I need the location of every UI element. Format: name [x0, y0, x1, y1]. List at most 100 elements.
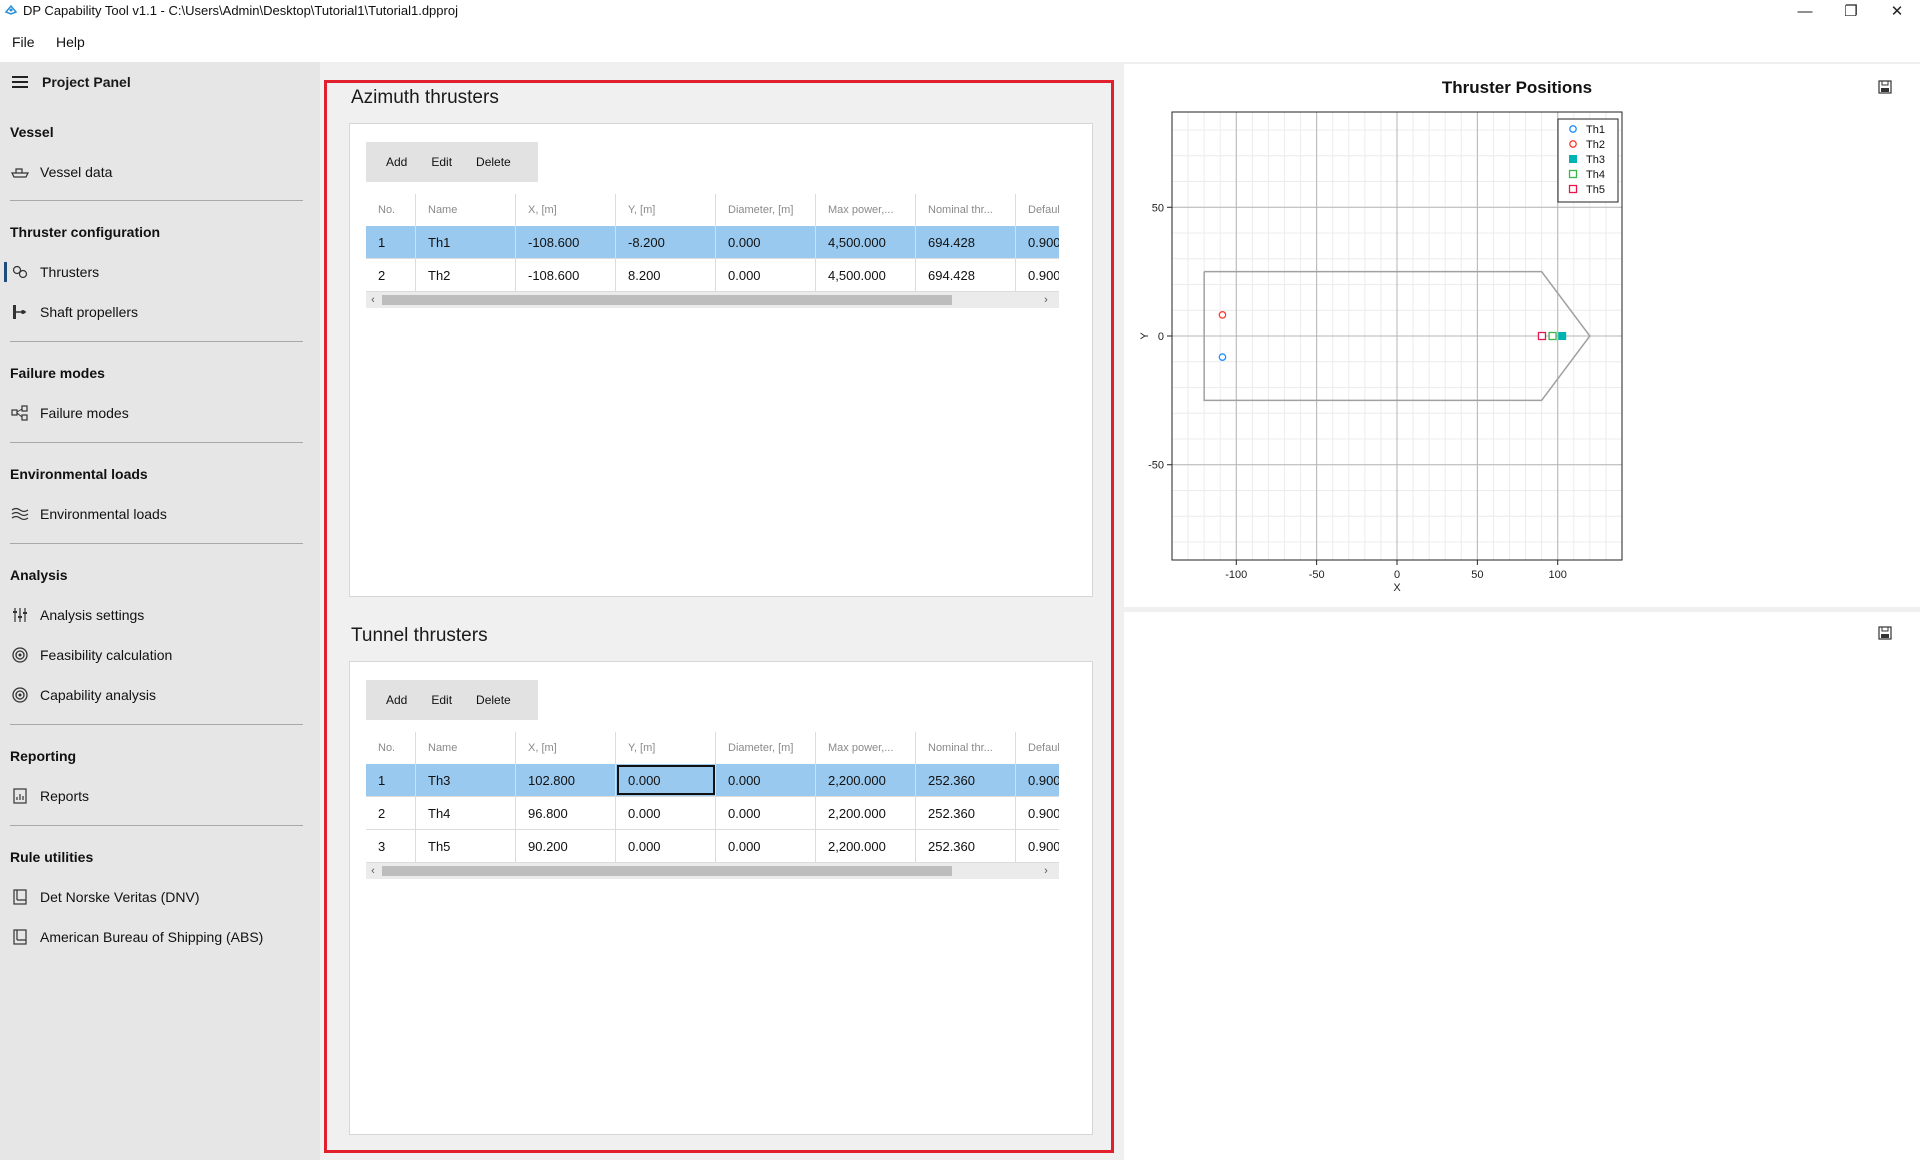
table-cell[interactable]: 3	[366, 830, 416, 862]
scroll-left-icon[interactable]: ‹	[366, 863, 380, 879]
table-cell[interactable]: -108.600	[516, 226, 616, 258]
table-row[interactable]: 2 Th4 96.800 0.000 0.000 2,200.000 252.360 0.90…	[366, 797, 1059, 830]
table-cell[interactable]: 694.428	[916, 259, 1016, 291]
menu-file[interactable]: File	[12, 34, 35, 50]
table-cell[interactable]: 8.200	[616, 259, 716, 291]
sidebar-item-vessel-data[interactable]: Vessel data	[10, 158, 306, 186]
table-cell[interactable]: 252.360	[916, 797, 1016, 829]
project-panel-toggle[interactable]: Project Panel	[12, 74, 131, 90]
sidebar-item-analysis-settings[interactable]: Analysis settings	[10, 601, 306, 629]
table-row[interactable]: 3 Th5 90.200 0.000 0.000 2,200.000 252.360 0.90…	[366, 830, 1059, 863]
table-cell[interactable]: -108.600	[516, 259, 616, 291]
table-cell[interactable]: 2	[366, 259, 416, 291]
table-cell[interactable]: Th2	[416, 259, 516, 291]
close-button[interactable]: ✕	[1874, 0, 1920, 22]
table-cell[interactable]: Th1	[416, 226, 516, 258]
thruster-positions-chart[interactable]: -100 -50 0 50 100 -50 0 50 X Y Th1 Th2 Th3 Th4 Th5	[1124, 64, 1920, 607]
table-cell[interactable]: 0.000	[616, 830, 716, 862]
save-icon[interactable]	[1878, 626, 1892, 640]
table-cell[interactable]: 2,200.000	[816, 797, 916, 829]
sidebar-item-shaft-propellers[interactable]: Shaft propellers	[10, 298, 306, 326]
column-header[interactable]: X, [m]	[516, 194, 616, 226]
azimuth-section-title: Azimuth thrusters	[351, 87, 499, 108]
azimuth-table[interactable]: No. Name X, [m] Y, [m] Diameter, [m] Max powe…	[366, 194, 1059, 308]
column-header[interactable]: Name	[416, 194, 516, 226]
column-header[interactable]: No.	[366, 194, 416, 226]
column-header[interactable]: Name	[416, 732, 516, 764]
table-cell[interactable]: 96.800	[516, 797, 616, 829]
sidebar-divider	[10, 341, 303, 342]
column-header[interactable]: Diameter, [m]	[716, 732, 816, 764]
column-header[interactable]: Y, [m]	[616, 732, 716, 764]
edit-button[interactable]: Edit	[419, 142, 464, 182]
sidebar-item-abs[interactable]: American Bureau of Shipping (ABS)	[10, 923, 306, 951]
table-cell[interactable]: 2,200.000	[816, 830, 916, 862]
table-cell[interactable]: Th3	[416, 764, 516, 796]
table-cell[interactable]: 0.000	[716, 764, 816, 796]
sidebar-item-capability-analysis[interactable]: Capability analysis	[10, 681, 306, 709]
table-cell[interactable]: 694.428	[916, 226, 1016, 258]
column-header[interactable]: Max power,...	[816, 194, 916, 226]
table-cell[interactable]: 4,500.000	[816, 226, 916, 258]
minimize-button[interactable]: —	[1782, 0, 1828, 22]
column-header[interactable]: Diameter, [m]	[716, 194, 816, 226]
table-cell[interactable]: 0.000	[616, 764, 716, 796]
table-cell[interactable]: 1	[366, 764, 416, 796]
horizontal-scrollbar[interactable]: ‹ ›	[366, 863, 1059, 879]
column-header[interactable]: Max power,...	[816, 732, 916, 764]
table-cell[interactable]: 0.000	[716, 797, 816, 829]
column-header[interactable]: Default th	[1016, 732, 1059, 764]
menu-help[interactable]: Help	[56, 34, 85, 50]
table-cell[interactable]: 0.000	[716, 830, 816, 862]
table-cell[interactable]: 2	[366, 797, 416, 829]
column-header[interactable]: Default th	[1016, 194, 1059, 226]
table-cell[interactable]: 0.000	[716, 259, 816, 291]
table-cell[interactable]: 2,200.000	[816, 764, 916, 796]
column-header[interactable]: Nominal thr...	[916, 732, 1016, 764]
table-row[interactable]: 1 Th1 -108.600 -8.200 0.000 4,500.000 694.428 0…	[366, 226, 1059, 259]
table-cell[interactable]: Th5	[416, 830, 516, 862]
column-header[interactable]: X, [m]	[516, 732, 616, 764]
sidebar-item-environmental-loads[interactable]: Environmental loads	[10, 500, 306, 528]
scrollbar-thumb[interactable]	[382, 866, 952, 876]
delete-button[interactable]: Delete	[464, 142, 523, 182]
table-cell[interactable]: 0.900	[1016, 797, 1059, 829]
table-cell[interactable]: 102.800	[516, 764, 616, 796]
table-row[interactable]: 2 Th2 -108.600 8.200 0.000 4,500.000 694.428 0.…	[366, 259, 1059, 292]
scroll-right-icon[interactable]: ›	[1039, 292, 1053, 308]
table-cell[interactable]: 0.900	[1016, 226, 1059, 258]
table-cell[interactable]: 4,500.000	[816, 259, 916, 291]
table-cell[interactable]: 90.200	[516, 830, 616, 862]
sidebar-divider	[10, 200, 303, 201]
scroll-right-icon[interactable]: ›	[1039, 863, 1053, 879]
table-cell[interactable]: 0.000	[616, 797, 716, 829]
table-cell[interactable]: 0.900	[1016, 764, 1059, 796]
sidebar-item-reports[interactable]: Reports	[10, 782, 306, 810]
column-header[interactable]: Y, [m]	[616, 194, 716, 226]
delete-button[interactable]: Delete	[464, 680, 523, 720]
table-cell[interactable]: 252.360	[916, 764, 1016, 796]
table-cell[interactable]: -8.200	[616, 226, 716, 258]
add-button[interactable]: Add	[366, 680, 419, 720]
column-header[interactable]: Nominal thr...	[916, 194, 1016, 226]
table-cell[interactable]: 0.900	[1016, 830, 1059, 862]
sidebar-item-dnv[interactable]: Det Norske Veritas (DNV)	[10, 883, 306, 911]
table-row[interactable]: 1 Th3 102.800 0.000 0.000 2,200.000 252.360 0.9…	[366, 764, 1059, 797]
table-cell[interactable]: 0.000	[716, 226, 816, 258]
scrollbar-thumb[interactable]	[382, 295, 952, 305]
tunnel-table[interactable]: No. Name X, [m] Y, [m] Diameter, [m] Max powe…	[366, 732, 1059, 879]
sidebar-item-thrusters[interactable]: Thrusters	[4, 258, 306, 286]
scroll-left-icon[interactable]: ‹	[366, 292, 380, 308]
table-cell[interactable]: 1	[366, 226, 416, 258]
add-button[interactable]: Add	[366, 142, 419, 182]
horizontal-scrollbar[interactable]: ‹ ›	[366, 292, 1059, 308]
column-header[interactable]: No.	[366, 732, 416, 764]
sidebar-item-failure-modes[interactable]: Failure modes	[10, 399, 306, 427]
restore-button[interactable]: ❐	[1828, 0, 1874, 22]
sidebar-item-feasibility-calculation[interactable]: Feasibility calculation	[10, 641, 306, 669]
table-cell[interactable]: 252.360	[916, 830, 1016, 862]
sidebar-divider	[10, 724, 303, 725]
table-cell[interactable]: Th4	[416, 797, 516, 829]
table-cell[interactable]: 0.900	[1016, 259, 1059, 291]
edit-button[interactable]: Edit	[419, 680, 464, 720]
